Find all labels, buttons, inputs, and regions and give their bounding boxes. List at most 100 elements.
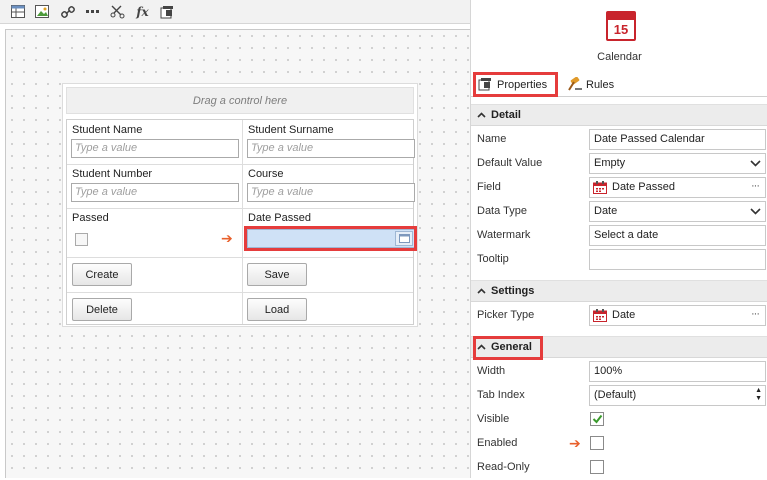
load-button[interactable]: Load [247,298,307,321]
prop-tooltip-input[interactable] [589,249,766,270]
prop-tooltip-label: Tooltip [477,253,509,265]
create-button[interactable]: Create [72,263,132,286]
prop-row-visible: Visible [471,408,767,432]
prop-default-value-select[interactable]: Empty [589,153,766,174]
prop-tab-index-text: (Default) [594,389,637,401]
prop-default-value-label: Default Value [477,157,543,169]
calendar-icon [593,309,607,326]
prop-width-input[interactable]: 100% [589,361,766,382]
section-settings-header[interactable]: Settings [471,280,767,302]
prop-row-name: Name Date Passed Calendar [471,128,767,152]
prop-watermark-label: Watermark [477,229,531,241]
save-button[interactable]: Save [247,263,307,286]
prop-row-field: Field Date Passed ··· [471,176,767,200]
prop-field-text: Date Passed [612,181,675,193]
prop-row-width: Width 100% [471,360,767,384]
prop-row-picker-type: Picker Type Date ··· [471,304,767,328]
form-table: Student Name Type a value Student Surnam… [66,119,417,325]
prop-read-only-label: Read-Only [477,461,530,473]
enabled-checkbox[interactable] [590,436,604,450]
properties-icon[interactable] [159,3,176,20]
collapse-icon [477,285,486,297]
chevron-down-icon [750,206,761,219]
prop-row-watermark: Watermark Select a date [471,224,767,248]
design-canvas-area: Drag a control here Student Name Type a … [0,24,470,478]
highlight-box [473,72,558,97]
prop-picker-type-label: Picker Type [477,309,535,321]
prop-row-tooltip: Tooltip [471,248,767,272]
student-surname-input[interactable]: Type a value [247,139,415,158]
arrow-right-icon: ➔ [569,435,581,451]
row-divider [67,164,413,165]
spinner-arrows-icon[interactable]: ▲ ▼ [755,387,762,403]
prop-row-tab-index: Tab Index (Default) ▲ ▼ [471,384,767,408]
prop-name-input[interactable]: Date Passed Calendar [589,129,766,150]
prop-row-read-only: Read-Only [471,456,767,480]
prop-data-type-text: Date [594,205,618,217]
delete-button[interactable]: Delete [72,298,132,321]
passed-checkbox[interactable] [75,233,88,246]
control-type-name: Calendar [597,51,642,63]
image-icon[interactable] [34,3,51,20]
collapse-icon [477,109,486,121]
arrow-right-icon: ➔ [221,230,233,246]
fx-icon[interactable]: fx [134,3,151,20]
prop-picker-type-picker[interactable]: Date ··· [589,305,766,326]
prop-row-default-value: Default Value Empty [471,152,767,176]
student-name-input[interactable]: Type a value [71,139,239,158]
calendar-control-icon: 15 [606,11,636,41]
student-number-input[interactable]: Type a value [71,183,239,202]
link-icon[interactable] [59,3,76,20]
ellipsis-icon[interactable]: ··· [751,180,760,193]
visible-checkbox[interactable] [590,412,604,426]
design-canvas[interactable]: Drag a control here Student Name Type a … [5,29,470,478]
prop-width-label: Width [477,365,506,377]
drag-drop-zone[interactable]: Drag a control here [66,87,414,114]
row-divider [67,257,413,258]
designer-toolbar: fx [0,0,470,24]
prop-data-type-select[interactable]: Date [589,201,766,222]
student-surname-label: Student Surname [248,124,334,136]
prop-field-picker[interactable]: Date Passed ··· [589,177,766,198]
prop-tab-index-spinner[interactable]: (Default) ▲ ▼ [589,385,766,406]
prop-row-enabled: Enabled ➔ [471,432,767,456]
prop-tab-index-label: Tab Index [477,389,525,401]
student-name-label: Student Name [72,124,143,136]
row-divider [67,292,413,293]
prop-name-label: Name [477,133,507,145]
course-label: Course [248,168,284,180]
prop-enabled-label: Enabled [477,437,518,449]
gavel-icon [568,76,582,94]
section-detail-title: Detail [491,109,521,121]
chevron-down-icon [750,158,761,171]
tab-rules[interactable]: Rules [564,74,618,96]
prop-default-value-text: Empty [594,157,626,169]
date-passed-label: Date Passed [248,212,311,224]
highlight-box [473,336,543,360]
table-icon[interactable] [9,3,26,20]
read-only-checkbox[interactable] [590,460,604,474]
prop-data-type-label: Data Type [477,205,527,217]
student-number-label: Student Number [72,168,153,180]
column-divider [242,120,243,324]
panel-tabs: Properties Rules [471,72,767,97]
section-detail-header[interactable]: Detail [471,104,767,126]
section-settings-title: Settings [491,285,535,297]
row-divider [67,208,413,209]
properties-panel: 15 Calendar Properties Rules Detail Name… [470,0,767,478]
calendar-icon [593,181,607,198]
prop-picker-type-text: Date [612,309,636,321]
ellipsis-icon[interactable]: ··· [751,308,760,321]
course-input[interactable]: Type a value [247,183,415,202]
form-view[interactable]: Drag a control here Student Name Type a … [62,83,418,327]
prop-row-data-type: Data Type Date [471,200,767,224]
prop-field-label: Field [477,181,501,193]
highlight-box [244,226,417,251]
passed-label: Passed [72,212,109,224]
tab-rules-label: Rules [586,79,615,91]
more-icon[interactable] [84,3,101,20]
cut-icon[interactable] [109,3,126,20]
prop-watermark-input[interactable]: Select a date [589,225,766,246]
checkmark-icon [592,414,602,424]
prop-visible-label: Visible [477,413,510,425]
